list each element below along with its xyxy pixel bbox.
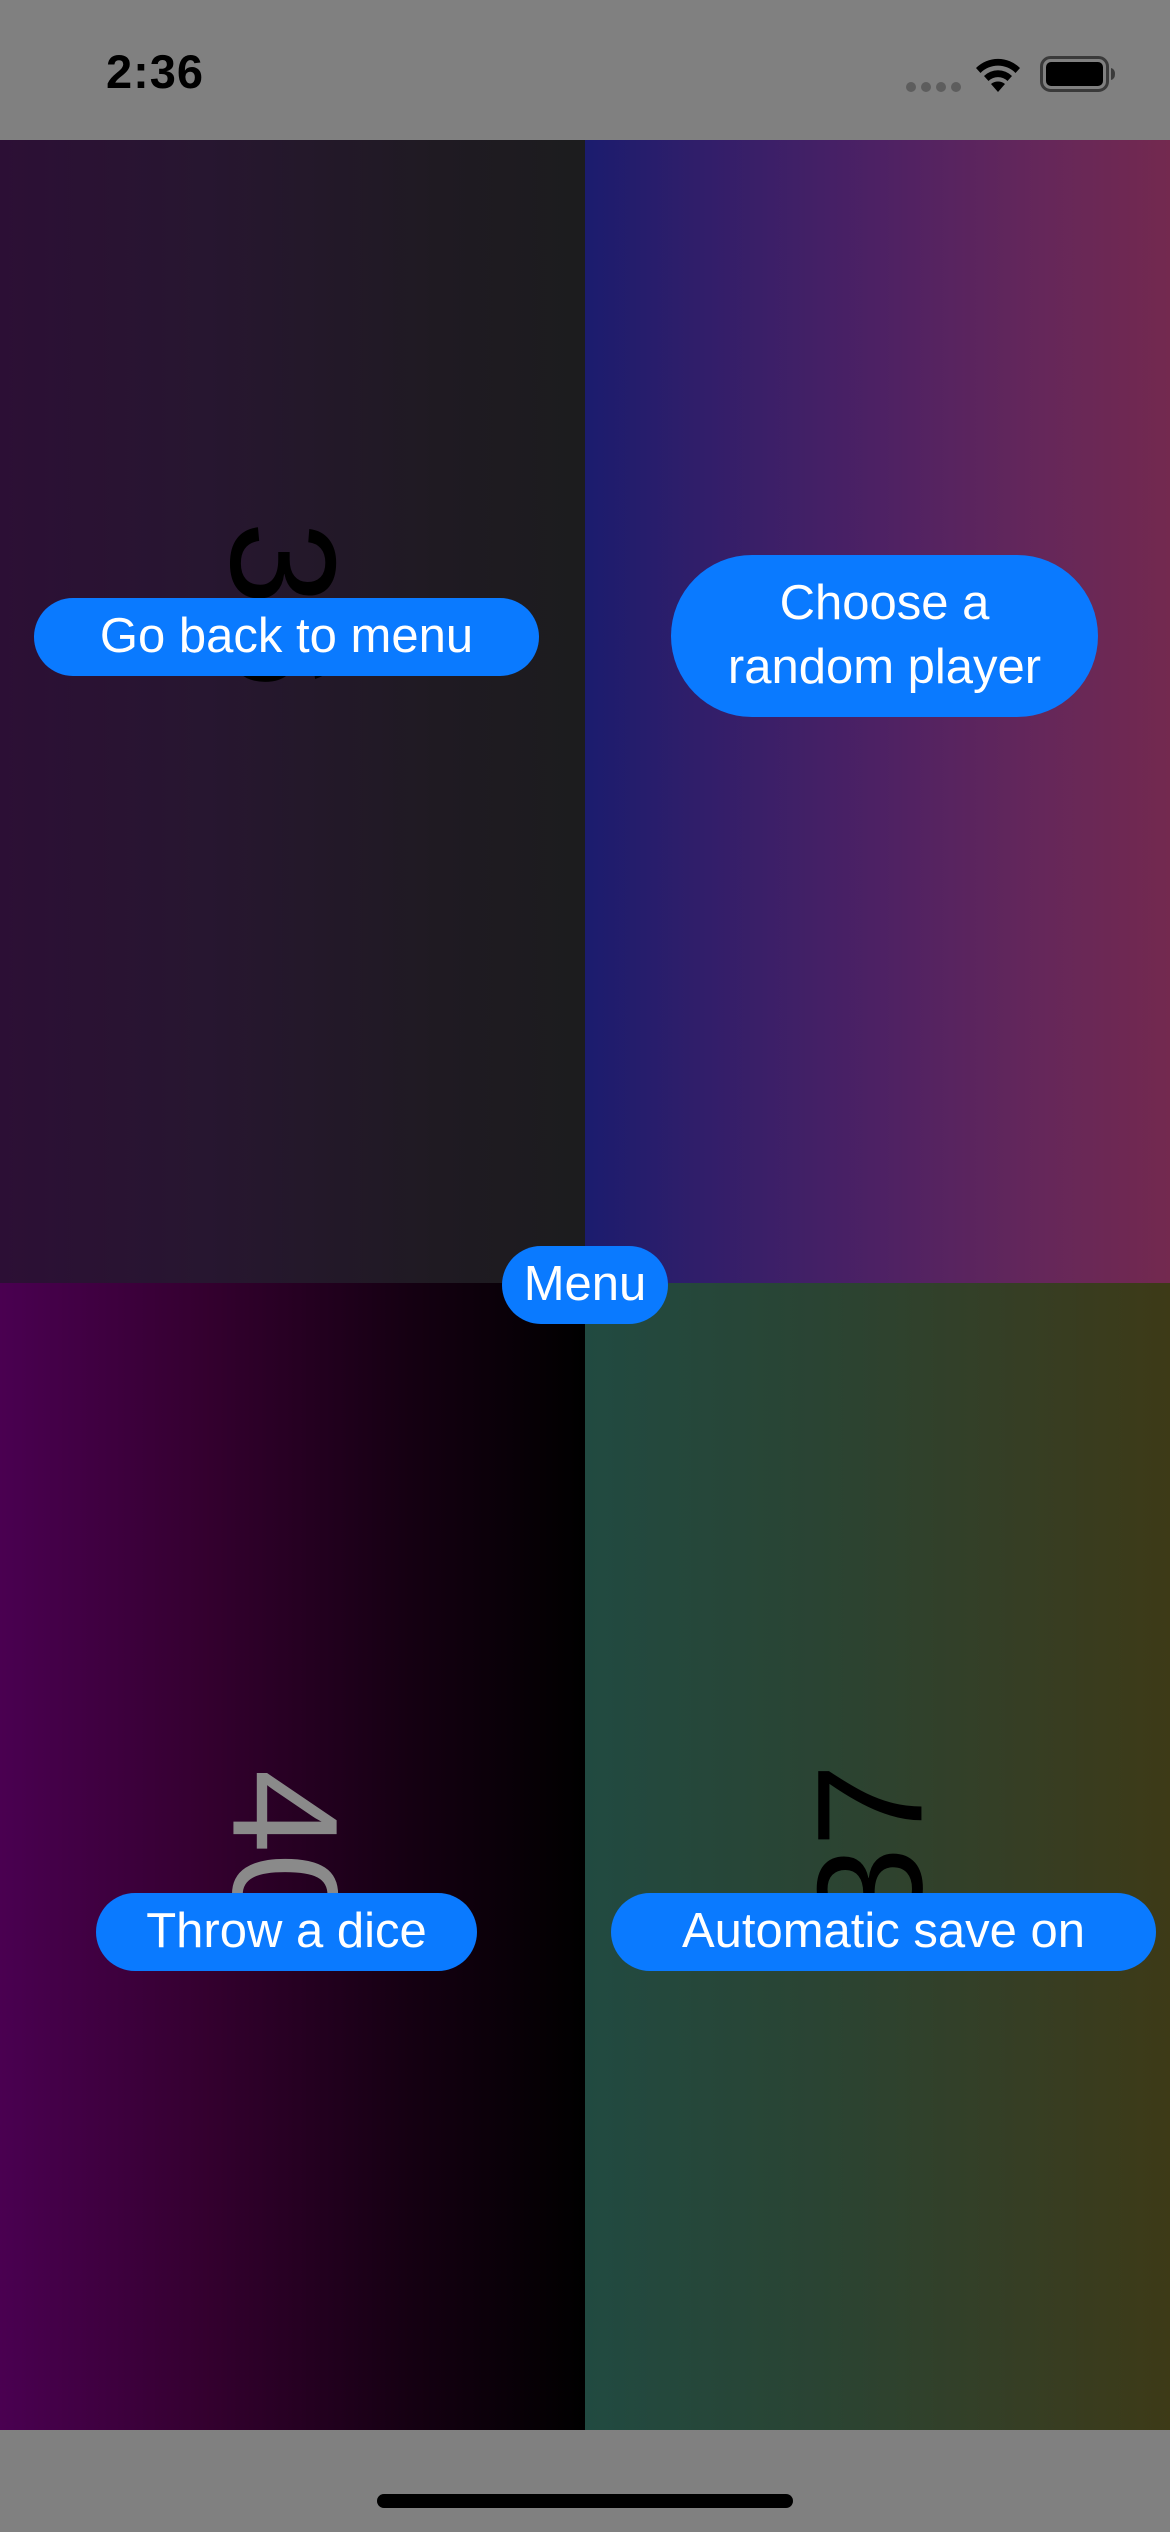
cellular-signal-icon (906, 82, 962, 92)
status-time: 2:36 (106, 45, 205, 98)
status-bar: 2:36 (0, 0, 1170, 140)
automatic-save-toggle-button[interactable]: Automatic save on (611, 1893, 1156, 1971)
choose-random-player-button[interactable]: Choose a random player (671, 555, 1098, 717)
wifi-icon (976, 58, 1020, 92)
go-back-to-menu-button[interactable]: Go back to menu (34, 598, 539, 676)
battery-icon (1040, 56, 1115, 92)
player-panel-top-left[interactable] (0, 140, 585, 1283)
throw-dice-button[interactable]: Throw a dice (96, 1893, 477, 1971)
menu-toggle-button[interactable]: Menu (502, 1246, 668, 1324)
app-screen: 2:36 36 4 40 37 Go back to menu Choose a… (0, 0, 1170, 2532)
home-indicator[interactable] (377, 2494, 793, 2508)
